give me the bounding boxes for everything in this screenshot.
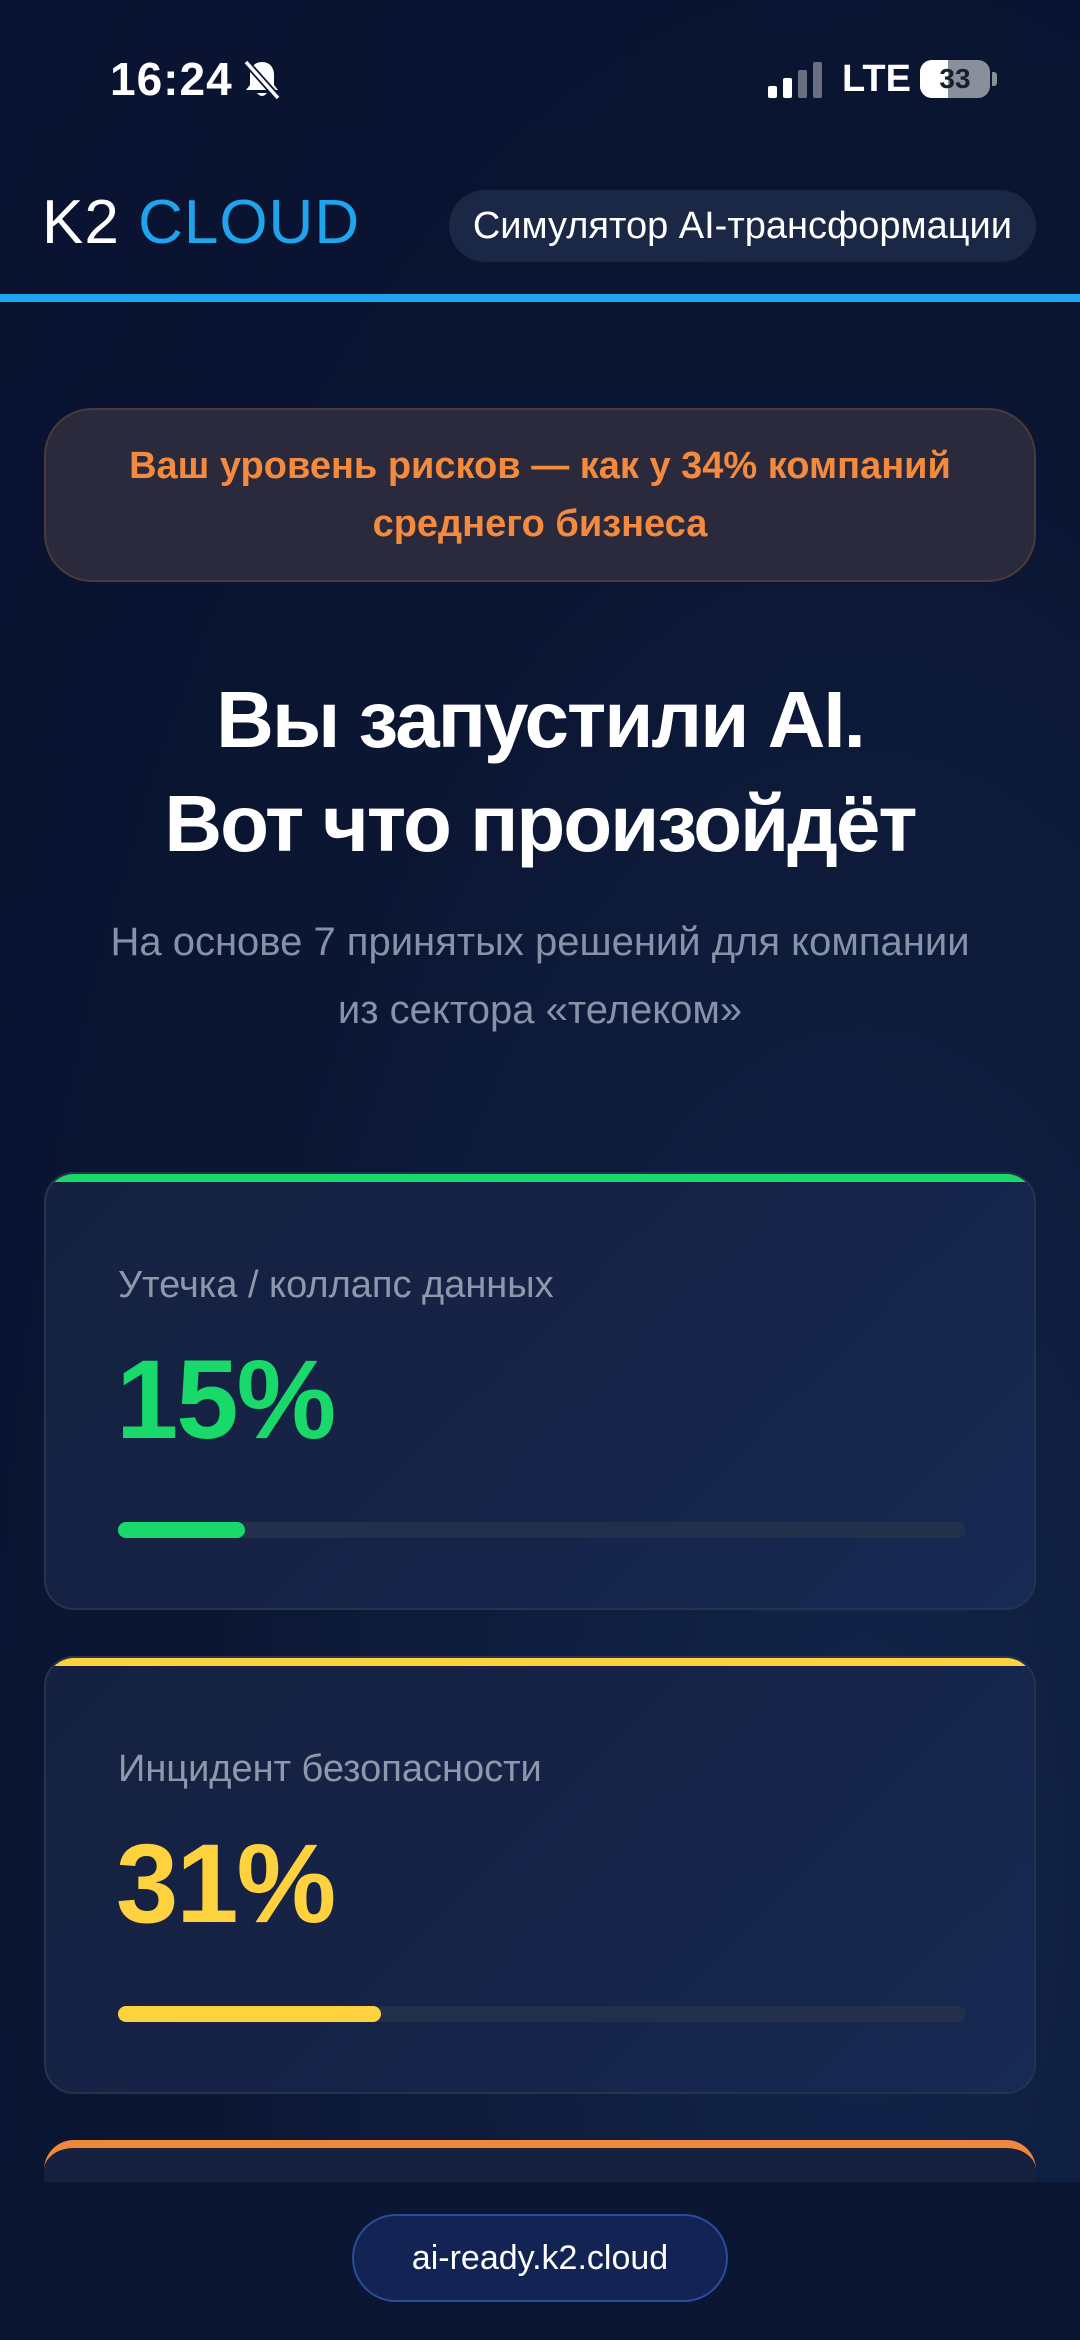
page: 16:24 LTE 33 K2 CLOUD Симулятор AI-транс… xyxy=(0,0,1080,2340)
network-label: LTE xyxy=(842,58,911,100)
battery-level: 33 xyxy=(939,63,971,94)
page-subtitle-line-1: На основе 7 принятых решений для компани… xyxy=(110,920,970,964)
metric-progress-fill xyxy=(118,1522,246,1538)
status-bar: 16:24 LTE 33 xyxy=(0,0,1080,160)
header-divider xyxy=(0,294,1080,302)
metric-card-data-leak: Утечка / коллапс данных 15% xyxy=(44,1172,1036,1610)
metric-card-security-incident: Инцидент безопасности 31% xyxy=(44,1656,1036,2094)
risk-level-banner: Ваш уровень рисков — как у 34% компаний … xyxy=(44,408,1036,582)
page-title: Вы запустили AI. Вот что произойдёт xyxy=(40,668,1040,876)
battery-icon: 33 xyxy=(920,60,997,98)
page-subtitle: На основе 7 принятых решений для компани… xyxy=(40,908,1040,1044)
k2-cloud-logo[interactable]: K2 CLOUD xyxy=(42,192,360,254)
metric-accent-bar xyxy=(46,1174,1034,1182)
page-title-line-2: Вот что произойдёт xyxy=(164,779,917,868)
logo-k2: K2 xyxy=(42,188,120,257)
metric-label: Утечка / коллапс данных xyxy=(118,1264,554,1306)
signal-icon xyxy=(768,62,822,98)
status-time: 16:24 xyxy=(110,53,233,105)
address-bar[interactable]: ai-ready.k2.cloud xyxy=(352,2214,728,2302)
logo-cloud: CLOUD xyxy=(138,188,361,257)
metric-value: 31% xyxy=(116,1821,336,1946)
simulator-title-pill: Симулятор AI-трансформации xyxy=(448,190,1036,262)
page-title-line-1: Вы запустили AI. xyxy=(216,675,866,764)
metric-progress-track xyxy=(118,2006,966,2022)
battery-tip xyxy=(992,72,997,86)
metric-progress-track xyxy=(118,1522,966,1538)
metric-progress-fill xyxy=(118,2006,381,2022)
metric-label: Инцидент безопасности xyxy=(118,1748,542,1790)
site-header: K2 CLOUD Симулятор AI-трансформации xyxy=(0,180,1080,300)
page-subtitle-line-2: из сектора «телеком» xyxy=(337,988,743,1032)
metric-accent-bar xyxy=(46,1658,1034,1666)
risk-level-text: Ваш уровень рисков — как у 34% компаний … xyxy=(129,445,951,545)
bell-muted-icon xyxy=(243,59,281,101)
metric-value: 15% xyxy=(116,1337,336,1462)
